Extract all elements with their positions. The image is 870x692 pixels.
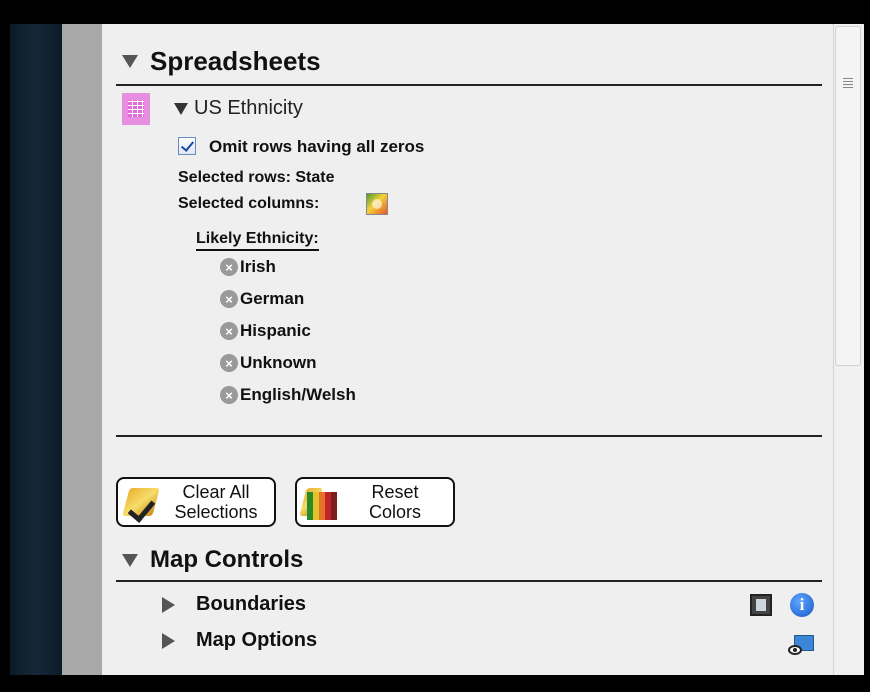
remove-icon[interactable]: × xyxy=(220,354,238,372)
clear-all-selections-button[interactable]: Clear All Selections xyxy=(116,477,276,527)
boundaries-item[interactable]: Boundaries xyxy=(162,593,306,616)
list-item[interactable]: × Irish xyxy=(220,257,276,277)
scroll-grip-line xyxy=(843,78,853,79)
spreadsheet-icon[interactable] xyxy=(122,93,150,125)
ethnicity-label: Unknown xyxy=(240,353,317,372)
boundaries-label: Boundaries xyxy=(196,593,307,615)
scrollbar-thumb[interactable] xyxy=(835,26,861,366)
film-icon[interactable] xyxy=(750,594,772,616)
scroll-grip-line xyxy=(843,87,853,88)
ethnicity-label: German xyxy=(240,289,305,308)
collapse-triangle-icon[interactable] xyxy=(122,553,138,567)
remove-icon[interactable]: × xyxy=(220,290,238,308)
map-options-label: Map Options xyxy=(196,629,318,651)
scroll-grip-line xyxy=(843,84,853,85)
ethnicity-label: English/Welsh xyxy=(240,385,356,404)
section-divider xyxy=(116,84,822,86)
clear-button-line1: Clear All xyxy=(182,482,250,502)
control-panel xyxy=(102,24,833,675)
omit-zeros-label: Omit rows having all zeros xyxy=(209,137,425,156)
section-divider xyxy=(116,580,822,582)
remove-icon[interactable]: × xyxy=(220,258,238,276)
omit-zeros-checkbox[interactable] xyxy=(178,137,196,155)
map-options-item[interactable]: Map Options xyxy=(162,629,317,652)
expand-triangle-icon[interactable] xyxy=(162,632,175,649)
list-item[interactable]: × Hispanic xyxy=(220,321,311,341)
info-icon[interactable]: i xyxy=(790,593,814,617)
remove-icon[interactable]: × xyxy=(220,322,238,340)
reset-colors-button[interactable]: Reset Colors xyxy=(295,477,455,527)
color-bars-icon xyxy=(299,482,341,522)
sheet-toggle[interactable]: US Ethnicity xyxy=(174,97,303,120)
expand-triangle-icon[interactable] xyxy=(174,102,188,115)
map-background-strip xyxy=(10,24,62,675)
list-item[interactable]: × Unknown xyxy=(220,353,317,373)
selected-columns-text: Selected columns: xyxy=(178,195,320,212)
reset-button-line1: Reset xyxy=(371,482,419,502)
view-eye-icon[interactable] xyxy=(788,633,814,659)
list-item[interactable]: × English/Welsh xyxy=(220,385,356,405)
map-controls-title: Map Controls xyxy=(150,546,304,573)
panel-gutter xyxy=(62,24,102,675)
clear-button-line2: Selections xyxy=(174,502,258,522)
spreadsheets-title: Spreadsheets xyxy=(150,46,321,76)
collapse-triangle-icon[interactable] xyxy=(122,55,138,68)
ethnicity-label: Irish xyxy=(240,257,276,276)
expand-triangle-icon[interactable] xyxy=(162,596,175,613)
brush-check-icon xyxy=(122,482,162,523)
map-controls-header[interactable]: Map Controls xyxy=(122,546,303,574)
section-divider xyxy=(116,435,822,437)
column-color-icon[interactable] xyxy=(366,193,388,215)
list-item[interactable]: × German xyxy=(220,289,304,309)
ethnicity-label: Hispanic xyxy=(240,321,311,340)
spreadsheets-header[interactable]: Spreadsheets xyxy=(122,46,321,77)
selected-rows-text: Selected rows: State xyxy=(178,169,335,186)
remove-icon[interactable]: × xyxy=(220,386,238,404)
scroll-grip-line xyxy=(843,81,853,82)
sheet-name: US Ethnicity xyxy=(194,97,303,119)
reset-button-line2: Colors xyxy=(368,502,421,522)
likely-ethnicity-label: Likely Ethnicity: xyxy=(196,230,319,251)
